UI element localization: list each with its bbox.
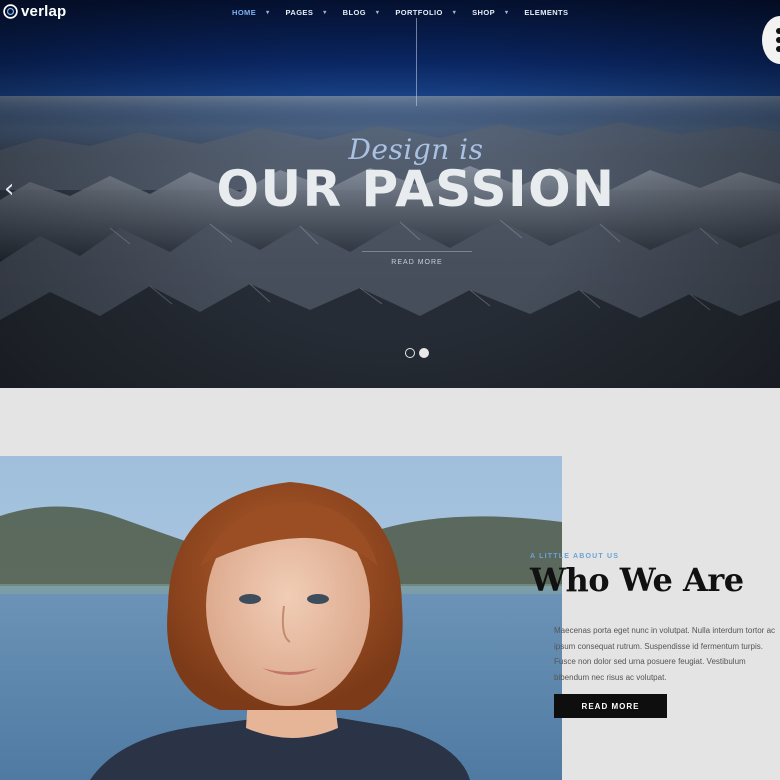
top-navigation: verlap HOME ▾ PAGES ▾ BLOG ▾ PORTFOLIO ▾: [0, 0, 780, 28]
hero-vertical-line: [416, 18, 417, 106]
hero-read-more-link[interactable]: READ MORE: [360, 259, 474, 266]
menu-item-home[interactable]: HOME ▾: [232, 8, 270, 17]
menu-item-blog[interactable]: BLOG ▾: [343, 8, 380, 17]
portrait-photo: [0, 456, 562, 780]
brand-name: verlap: [21, 3, 67, 20]
dots-menu-icon: [776, 28, 780, 34]
caret-down-icon: ▾: [323, 10, 327, 16]
menu-item-elements[interactable]: ELEMENTS: [524, 8, 568, 17]
read-more-button[interactable]: READ MORE: [554, 694, 667, 718]
caret-down-icon: ▾: [452, 10, 457, 16]
caret-down-icon: ▾: [266, 10, 270, 16]
menu-item-pages[interactable]: PAGES ▾: [286, 8, 327, 17]
slide-dot-2[interactable]: [419, 348, 429, 358]
caret-down-icon: ▾: [375, 10, 380, 16]
menu-item-label: ELEMENTS: [524, 8, 569, 17]
about-text: Maecenas porta eget nunc in volutpat. Nu…: [554, 626, 776, 682]
caret-down-icon: ▾: [504, 10, 509, 16]
slider-pagination: [405, 348, 429, 358]
slide-dot-1[interactable]: [405, 348, 415, 358]
dots-menu-icon: [776, 46, 780, 52]
menu-item-portfolio[interactable]: PORTFOLIO ▾: [395, 8, 456, 17]
menu-item-label: HOME: [232, 8, 257, 17]
ring-logo-icon: [3, 4, 18, 19]
page: verlap HOME ▾ PAGES ▾ BLOG ▾ PORTFOLIO ▾: [0, 0, 780, 780]
menu-item-label: PAGES: [285, 8, 314, 17]
hero-divider: [362, 251, 472, 252]
about-title: Who We Are: [530, 561, 744, 599]
main-menu: HOME ▾ PAGES ▾ BLOG ▾ PORTFOLIO ▾ SHOP ▾…: [232, 8, 568, 17]
hero-title: OUR PASSION: [216, 160, 616, 218]
about-kicker: A LITTLE ABOUT US: [530, 553, 620, 560]
menu-item-label: SHOP: [472, 8, 495, 17]
about-section: A LITTLE ABOUT US Who We Are Maecenas po…: [0, 388, 780, 780]
brand-logo[interactable]: verlap: [2, 3, 66, 20]
menu-item-label: BLOG: [342, 8, 366, 17]
menu-item-shop[interactable]: SHOP ▾: [472, 8, 508, 17]
dots-menu-icon: [776, 37, 780, 43]
hero-slider: verlap HOME ▾ PAGES ▾ BLOG ▾ PORTFOLIO ▾: [0, 0, 780, 388]
chevron-left-icon[interactable]: ‹: [4, 174, 14, 204]
menu-item-label: PORTFOLIO: [395, 8, 443, 17]
woman-portrait-image: [0, 456, 562, 780]
